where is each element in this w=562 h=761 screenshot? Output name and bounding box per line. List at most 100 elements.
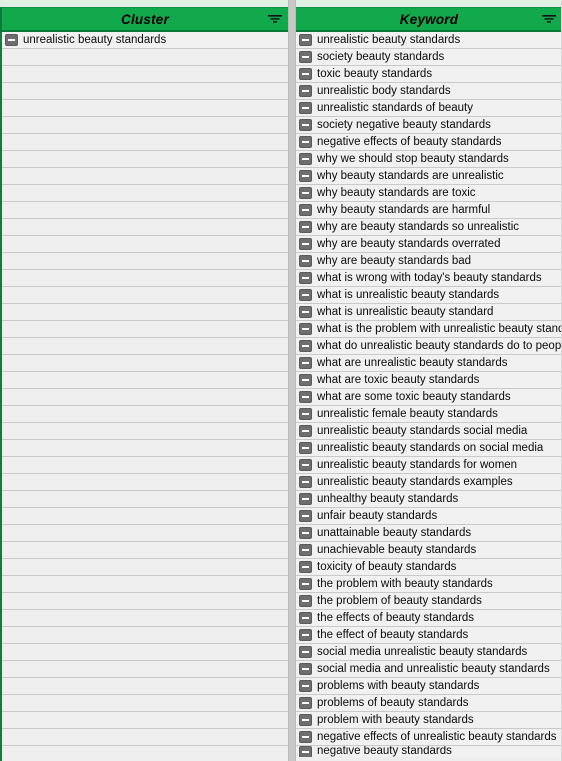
collapse-minus-icon[interactable] bbox=[299, 170, 312, 182]
collapse-minus-icon[interactable] bbox=[299, 425, 312, 437]
collapse-minus-icon[interactable] bbox=[299, 731, 312, 743]
filter-icon[interactable] bbox=[542, 14, 556, 24]
table-row[interactable]: what is unrealistic beauty standards bbox=[296, 287, 562, 304]
collapse-minus-icon[interactable] bbox=[299, 578, 312, 590]
table-row[interactable] bbox=[2, 372, 288, 389]
table-row[interactable] bbox=[2, 440, 288, 457]
table-row[interactable]: society beauty standards bbox=[296, 49, 562, 66]
collapse-minus-icon[interactable] bbox=[5, 34, 18, 46]
collapse-minus-icon[interactable] bbox=[299, 340, 312, 352]
table-row[interactable] bbox=[2, 338, 288, 355]
table-row[interactable]: the effects of beauty standards bbox=[296, 610, 562, 627]
collapse-minus-icon[interactable] bbox=[299, 323, 312, 335]
table-row[interactable] bbox=[2, 610, 288, 627]
collapse-minus-icon[interactable] bbox=[299, 238, 312, 250]
table-row[interactable]: society negative beauty standards bbox=[296, 117, 562, 134]
collapse-minus-icon[interactable] bbox=[299, 289, 312, 301]
table-row[interactable] bbox=[2, 287, 288, 304]
table-row[interactable] bbox=[2, 134, 288, 151]
table-row[interactable]: negative effects of beauty standards bbox=[296, 134, 562, 151]
collapse-minus-icon[interactable] bbox=[299, 204, 312, 216]
table-row[interactable]: unachievable beauty standards bbox=[296, 542, 562, 559]
table-row[interactable] bbox=[2, 202, 288, 219]
collapse-minus-icon[interactable] bbox=[299, 391, 312, 403]
table-row[interactable] bbox=[2, 559, 288, 576]
table-row[interactable]: unhealthy beauty standards bbox=[296, 491, 562, 508]
table-row[interactable]: why beauty standards are harmful bbox=[296, 202, 562, 219]
table-row[interactable]: problem with beauty standards bbox=[296, 712, 562, 729]
table-row[interactable]: why beauty standards are unrealistic bbox=[296, 168, 562, 185]
table-row[interactable] bbox=[2, 355, 288, 372]
collapse-minus-icon[interactable] bbox=[299, 187, 312, 199]
table-row[interactable] bbox=[2, 746, 288, 761]
table-row[interactable]: unrealistic beauty standards bbox=[2, 32, 288, 49]
table-row[interactable]: what are toxic beauty standards bbox=[296, 372, 562, 389]
collapse-minus-icon[interactable] bbox=[299, 561, 312, 573]
table-row[interactable]: the problem with beauty standards bbox=[296, 576, 562, 593]
table-row[interactable] bbox=[2, 474, 288, 491]
table-row[interactable]: toxic beauty standards bbox=[296, 66, 562, 83]
collapse-minus-icon[interactable] bbox=[299, 408, 312, 420]
table-row[interactable]: toxicity of beauty standards bbox=[296, 559, 562, 576]
table-row[interactable]: the effect of beauty standards bbox=[296, 627, 562, 644]
collapse-minus-icon[interactable] bbox=[299, 357, 312, 369]
table-row[interactable] bbox=[2, 542, 288, 559]
table-row[interactable] bbox=[2, 321, 288, 338]
collapse-minus-icon[interactable] bbox=[299, 612, 312, 624]
collapse-minus-icon[interactable] bbox=[299, 544, 312, 556]
table-row[interactable] bbox=[2, 49, 288, 66]
table-row[interactable] bbox=[2, 304, 288, 321]
collapse-minus-icon[interactable] bbox=[299, 102, 312, 114]
table-row[interactable]: unattainable beauty standards bbox=[296, 525, 562, 542]
table-row[interactable]: why are beauty standards so unrealistic bbox=[296, 219, 562, 236]
table-row[interactable]: unrealistic beauty standards bbox=[296, 32, 562, 49]
table-row[interactable]: what are unrealistic beauty standards bbox=[296, 355, 562, 372]
table-row[interactable]: problems with beauty standards bbox=[296, 678, 562, 695]
table-row[interactable]: unfair beauty standards bbox=[296, 508, 562, 525]
table-row[interactable]: negative beauty standards bbox=[296, 746, 562, 757]
table-row[interactable]: problems of beauty standards bbox=[296, 695, 562, 712]
table-row[interactable] bbox=[2, 695, 288, 712]
table-row[interactable] bbox=[2, 678, 288, 695]
table-row[interactable] bbox=[2, 627, 288, 644]
table-row[interactable]: unrealistic beauty standards social medi… bbox=[296, 423, 562, 440]
table-row[interactable]: the problem of beauty standards bbox=[296, 593, 562, 610]
collapse-minus-icon[interactable] bbox=[299, 697, 312, 709]
collapse-minus-icon[interactable] bbox=[299, 527, 312, 539]
table-row[interactable]: unrealistic beauty standards examples bbox=[296, 474, 562, 491]
table-row[interactable]: what is the problem with unrealistic bea… bbox=[296, 321, 562, 338]
column-header-keyword[interactable]: Keyword bbox=[296, 7, 562, 32]
table-row[interactable] bbox=[2, 253, 288, 270]
table-row[interactable] bbox=[2, 644, 288, 661]
collapse-minus-icon[interactable] bbox=[299, 663, 312, 675]
collapse-minus-icon[interactable] bbox=[299, 442, 312, 454]
table-row[interactable] bbox=[2, 100, 288, 117]
collapse-minus-icon[interactable] bbox=[299, 629, 312, 641]
collapse-minus-icon[interactable] bbox=[299, 646, 312, 658]
collapse-minus-icon[interactable] bbox=[299, 221, 312, 233]
collapse-minus-icon[interactable] bbox=[299, 714, 312, 726]
table-row[interactable]: social media and unrealistic beauty stan… bbox=[296, 661, 562, 678]
collapse-minus-icon[interactable] bbox=[299, 746, 312, 757]
collapse-minus-icon[interactable] bbox=[299, 255, 312, 267]
table-row[interactable]: what do unrealistic beauty standards do … bbox=[296, 338, 562, 355]
table-row[interactable] bbox=[2, 423, 288, 440]
table-row[interactable] bbox=[2, 712, 288, 729]
table-row[interactable] bbox=[2, 219, 288, 236]
table-row[interactable] bbox=[2, 270, 288, 287]
table-row[interactable] bbox=[2, 729, 288, 746]
collapse-minus-icon[interactable] bbox=[299, 85, 312, 97]
collapse-minus-icon[interactable] bbox=[299, 34, 312, 46]
table-row[interactable] bbox=[2, 406, 288, 423]
collapse-minus-icon[interactable] bbox=[299, 459, 312, 471]
collapse-minus-icon[interactable] bbox=[299, 493, 312, 505]
table-row[interactable] bbox=[2, 576, 288, 593]
table-row[interactable] bbox=[2, 491, 288, 508]
collapse-minus-icon[interactable] bbox=[299, 374, 312, 386]
table-row[interactable]: negative effects of unrealistic beauty s… bbox=[296, 729, 562, 746]
filter-icon[interactable] bbox=[268, 14, 282, 24]
table-row[interactable] bbox=[2, 661, 288, 678]
column-header-cluster[interactable]: Cluster bbox=[0, 7, 288, 32]
table-row[interactable]: what is unrealistic beauty standard bbox=[296, 304, 562, 321]
table-row[interactable]: what are some toxic beauty standards bbox=[296, 389, 562, 406]
